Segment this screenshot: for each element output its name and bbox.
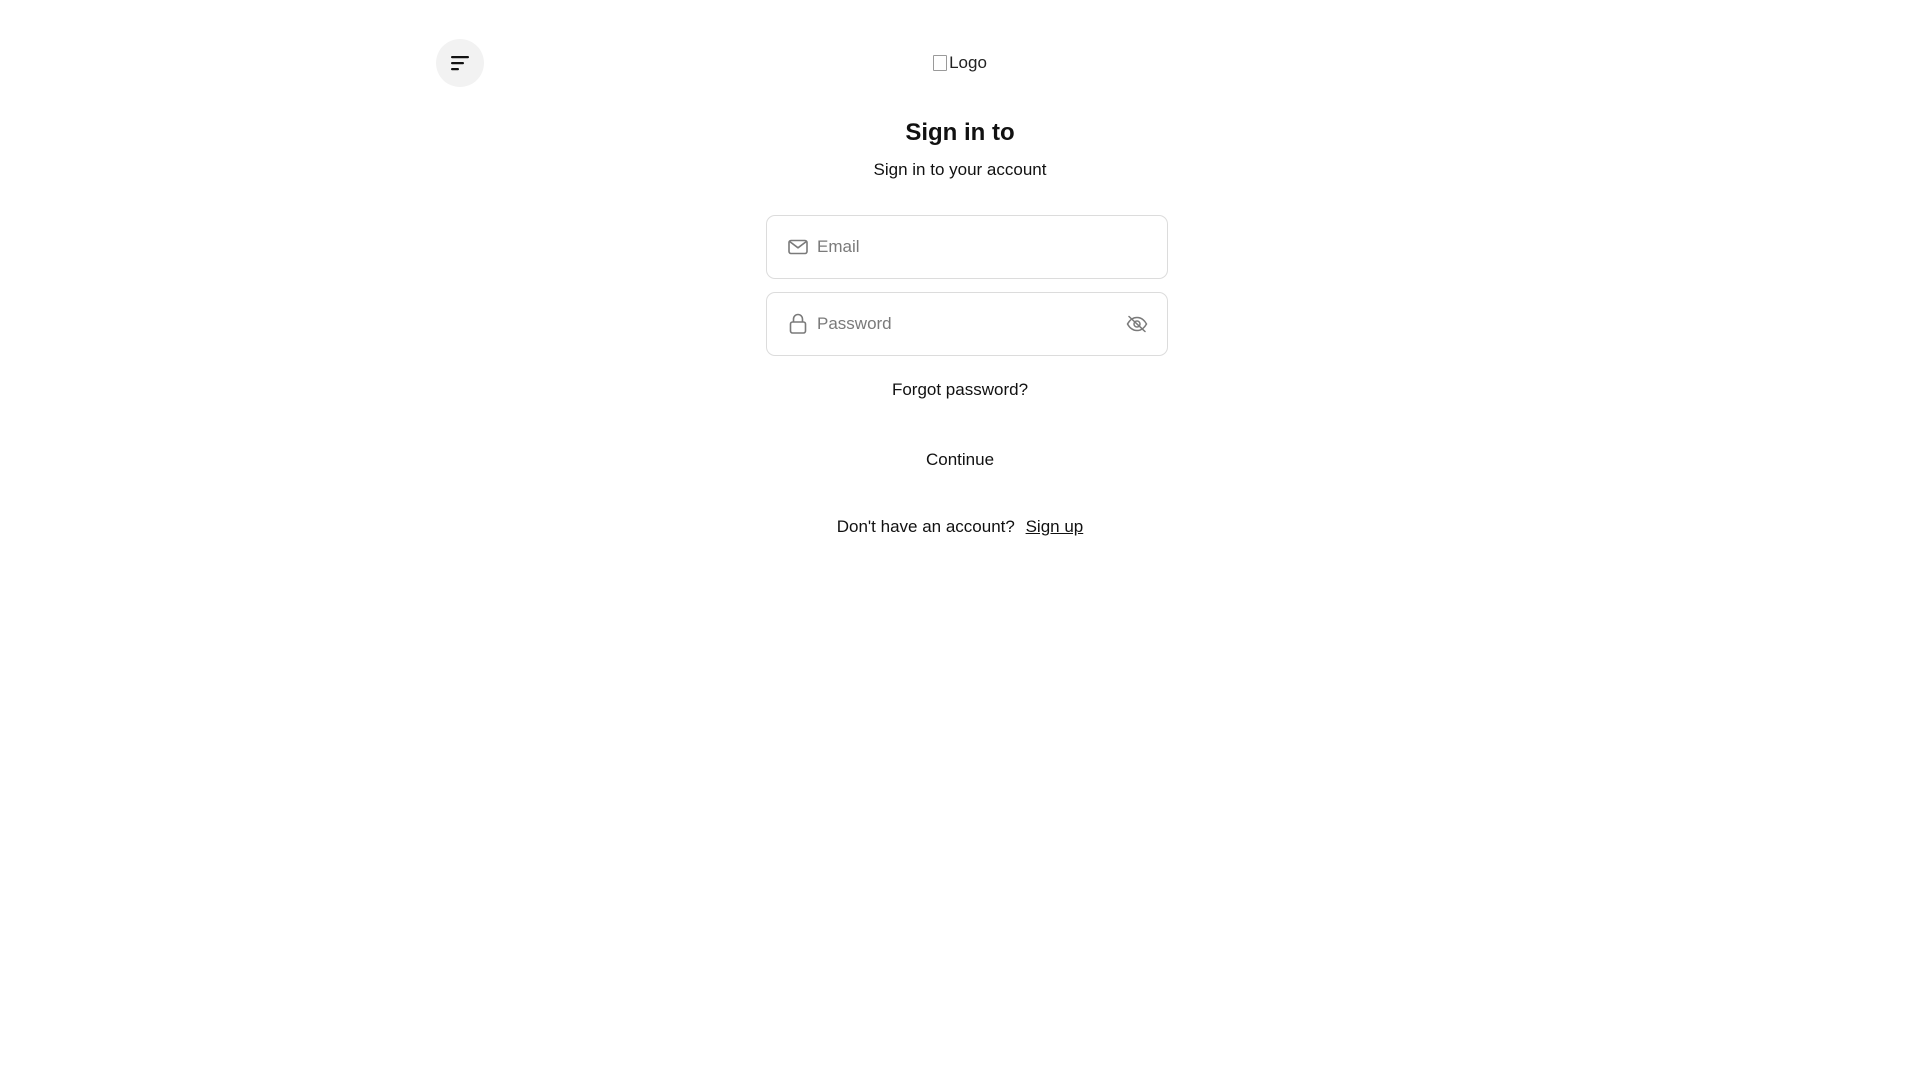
signup-link[interactable]: Sign up (1026, 517, 1084, 536)
continue-row: Continue (0, 449, 1920, 471)
forgot-password-row: Forgot password? (0, 379, 1920, 401)
continue-button[interactable]: Continue (920, 450, 1000, 470)
password-input[interactable] (817, 309, 1125, 339)
page-title: Sign in to (905, 119, 1015, 146)
password-field-container (766, 292, 1168, 356)
signup-prompt: Don't have an account? (836, 517, 1015, 536)
email-input[interactable] (817, 232, 1149, 262)
logo-alt-text: Logo (949, 53, 987, 72)
email-field-container (766, 215, 1168, 279)
logo: Logo (0, 52, 1920, 74)
sign-in-page: Logo Sign in to Sign in to your account (0, 0, 1920, 1080)
mail-icon (787, 236, 809, 258)
broken-image-icon (933, 55, 948, 71)
page-subtitle: Sign in to your account (873, 160, 1047, 179)
forgot-password-link[interactable]: Forgot password? (892, 380, 1028, 399)
signup-row: Don't have an account? Sign up (0, 516, 1920, 538)
lock-icon (787, 313, 809, 335)
eye-off-icon[interactable] (1125, 312, 1149, 336)
